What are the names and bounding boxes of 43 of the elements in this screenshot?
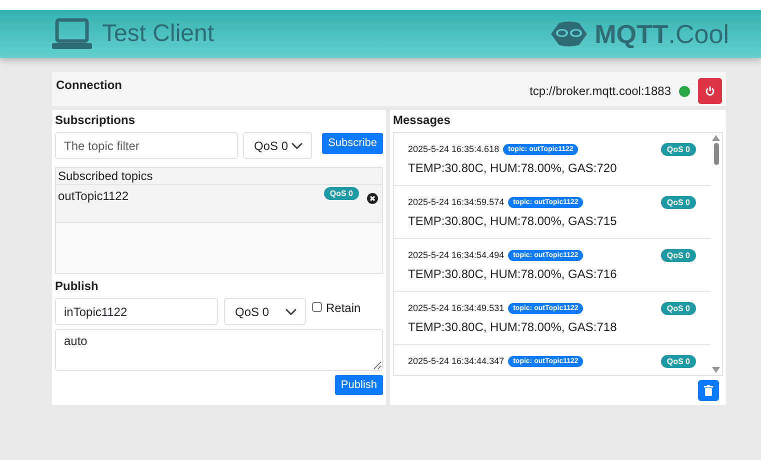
message-payload: TEMP:30.80C, HUM:78.00%, GAS:720 [408,160,618,176]
app-title: Test Client [102,19,214,49]
mask-icon [548,20,589,48]
publish-topic-field[interactable]: inTopic1122 [55,298,218,325]
subscribe-button[interactable]: Subscribe [322,133,383,154]
qos-select[interactable]: QoS 0 [243,132,312,159]
trash-icon [704,385,713,396]
scroll-down-icon[interactable] [712,367,720,373]
publish-button[interactable]: Publish [334,375,383,395]
qos-badge: QoS 0 [660,302,696,316]
messages-title: Messages [393,112,452,128]
qos-badge: QoS 0 [660,355,696,368]
topic-name: outTopic1122 [58,188,128,205]
scrollbar-thumb[interactable] [714,143,718,165]
remove-icon[interactable] [367,193,378,204]
power-icon [705,86,715,96]
connection-title: Connection [56,77,122,94]
message-timestamp: 2025-5-24 16:34:59.574 [408,196,504,209]
subscriptions-title: Subscriptions [55,112,136,128]
laptop-icon [52,18,92,50]
message-payload: TEMP:30.80C, HUM:78.00%, GAS:716 [408,266,618,282]
message-payload: TEMP:30.80C, HUM:78.00%, GAS:715 [408,212,618,230]
qos-badge: QoS 0 [660,143,696,156]
retain-checkbox[interactable] [312,302,322,312]
message-timestamp: 2025-5-24 16:34:44.347 [408,355,504,368]
qos-badge: QoS 0 [660,196,696,210]
disconnect-button[interactable] [698,78,722,104]
message-payload: TEMP:30.80C, HUM:78.00%, GAS:718 [408,318,618,336]
payload-field[interactable]: auto [55,329,383,371]
qos-badge: QoS 0 [660,249,696,262]
qos-select[interactable]: QoS 0 [224,298,306,325]
clear-messages-button[interactable] [698,380,719,401]
logo-text: MQTT.Cool [594,18,729,50]
message-timestamp: 2025-5-24 16:34:49.531 [408,302,504,315]
retain-label: Retain [326,300,361,317]
scroll-up-icon[interactable] [712,135,720,141]
message-timestamp: 2025-5-24 16:35:4.618 [408,143,500,156]
broker-url: tcp://broker.mqtt.cool:1883 [530,83,671,100]
subscribed-topics-header: Subscribed topics [56,168,382,185]
message-timestamp: 2025-5-24 16:34:54.494 [408,249,504,262]
publish-title: Publish [55,278,100,294]
qos-badge: QoS 0 [324,187,359,200]
topic-filter-field[interactable]: The topic filter [55,132,238,159]
